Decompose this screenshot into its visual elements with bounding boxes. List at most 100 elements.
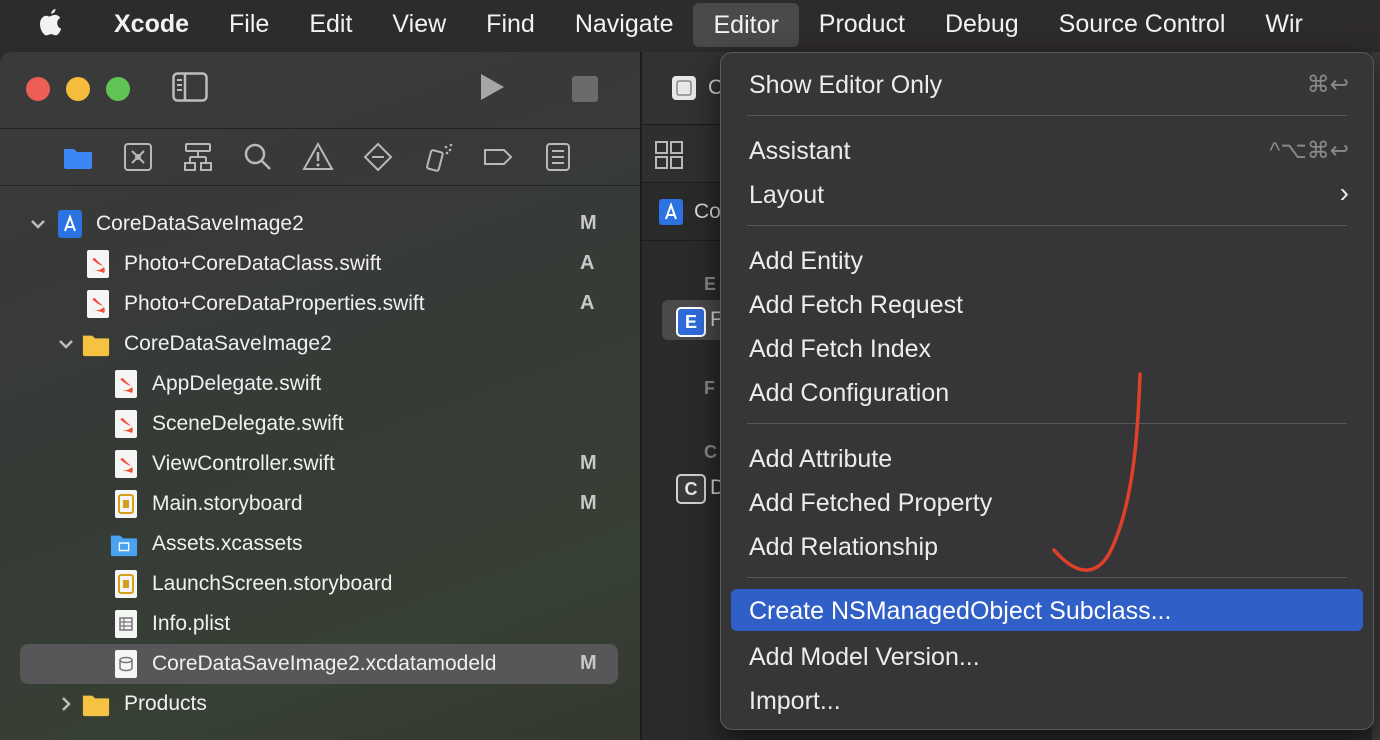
folder-icon [82, 335, 110, 357]
menu-item-add-fetch-request[interactable]: Add Fetch Request [731, 283, 1363, 325]
tree-row-label: Products [124, 692, 207, 715]
scm-status-badge: M [580, 652, 597, 674]
chevron-right-icon[interactable] [56, 694, 76, 714]
menu-product[interactable]: Product [799, 0, 925, 48]
swift-file-icon [115, 370, 137, 398]
menu-item-add-fetched-property[interactable]: Add Fetched Property [731, 481, 1363, 523]
menu-item-label: Add Attribute [749, 445, 893, 473]
menu-item-label: Layout [749, 181, 825, 209]
menu-separator [747, 115, 1347, 116]
symbol-hierarchy-icon[interactable] [182, 141, 214, 173]
menu-separator [747, 225, 1347, 226]
menu-item-label: Add Fetch Request [749, 291, 964, 319]
menu-item-label: Add Fetch Index [749, 335, 932, 363]
breakpoint-tag-icon[interactable] [482, 141, 514, 173]
chevron-down-icon[interactable] [28, 214, 48, 234]
scm-status-badge: M [580, 452, 597, 474]
menu-item-shortcut: ^⌥⌘↩ [1269, 137, 1349, 163]
chevron-down-icon[interactable] [56, 334, 76, 354]
tree-row-label: Info.plist [152, 612, 231, 635]
menu-editor[interactable]: Editor [693, 3, 799, 47]
menu-item-add-configuration[interactable]: Add Configuration [731, 371, 1363, 413]
menu-item-label: Show Editor Only [749, 71, 943, 99]
apple-logo-icon[interactable] [0, 0, 100, 48]
menu-item-add-fetch-index[interactable]: Add Fetch Index [731, 327, 1363, 369]
menu-item-label: Import... [749, 687, 841, 715]
tree-row-group[interactable]: Products [20, 684, 618, 724]
menu-item-label: Create NSManagedObject Subclass... [749, 597, 1172, 625]
menu-item-label: Assistant [749, 137, 851, 165]
menu-item-label: Add Fetched Property [749, 489, 993, 517]
project-navigator-window: CoreDataSaveImage2 M Photo+CoreDataClass… [0, 52, 642, 740]
menu-file[interactable]: File [209, 0, 289, 48]
menu-item-add-entity[interactable]: Add Entity [731, 239, 1363, 281]
menu-navigate[interactable]: Navigate [555, 0, 694, 48]
test-diamond-icon[interactable] [362, 141, 394, 173]
menu-item-add-model-version[interactable]: Add Model Version... [731, 635, 1363, 677]
tree-row-file[interactable]: LaunchScreen.storyboard [20, 564, 618, 604]
menu-item-layout[interactable]: Layout › [731, 173, 1363, 215]
entities-section-header: E [704, 274, 717, 294]
menu-xcode[interactable]: Xcode [100, 0, 209, 48]
zoom-window-button[interactable] [106, 77, 130, 101]
menu-window[interactable]: Wir [1245, 0, 1322, 48]
tree-row-label: Photo+CoreDataClass.swift [124, 252, 382, 275]
stop-square-icon[interactable] [572, 76, 598, 102]
menu-item-create-nsmanagedobject-subclass[interactable]: Create NSManagedObject Subclass... [731, 589, 1363, 631]
fetch-requests-section-header: F [704, 378, 715, 398]
configuration-badge: C [676, 474, 706, 504]
menu-item-import[interactable]: Import... [731, 679, 1363, 721]
minimize-window-button[interactable] [66, 77, 90, 101]
tree-row-file[interactable]: Info.plist [20, 604, 618, 644]
report-list-icon[interactable] [542, 141, 574, 173]
folder-icon [82, 695, 110, 717]
search-icon[interactable] [242, 141, 274, 173]
data-model-file-icon [672, 76, 696, 100]
data-model-file-icon [115, 650, 137, 678]
grid-layout-icon[interactable] [654, 140, 684, 170]
tree-row-file[interactable]: Main.storyboard M [20, 484, 618, 524]
configurations-section-header: C [704, 442, 717, 462]
tree-row-file[interactable]: Assets.xcassets [20, 524, 618, 564]
menu-source-control[interactable]: Source Control [1039, 0, 1246, 48]
tree-row-label: ViewController.swift [152, 452, 335, 475]
jump-bar-path[interactable]: Co [694, 200, 721, 224]
entity-badge: E [676, 307, 706, 337]
close-window-button[interactable] [26, 77, 50, 101]
menu-item-label: Add Model Version... [749, 643, 980, 671]
tree-row-file[interactable]: Photo+CoreDataProperties.swift A [20, 284, 618, 324]
tree-row-file-selected[interactable]: CoreDataSaveImage2.xcdatamodeld M [20, 644, 618, 684]
scm-status-badge: M [580, 492, 597, 514]
folder-icon[interactable] [62, 141, 94, 173]
tree-row-file[interactable]: AppDelegate.swift [20, 364, 618, 404]
tree-row-file[interactable]: ViewController.swift M [20, 444, 618, 484]
storyboard-file-icon [115, 570, 137, 598]
navigator-tab-bar [0, 128, 640, 186]
sidebar-toggle-icon[interactable] [172, 72, 208, 107]
tree-row-label: Assets.xcassets [152, 532, 303, 555]
source-control-icon[interactable] [122, 141, 154, 173]
tree-row-label: SceneDelegate.swift [152, 412, 344, 435]
menu-find[interactable]: Find [466, 0, 555, 48]
menu-item-add-attribute[interactable]: Add Attribute [731, 437, 1363, 479]
submenu-chevron-right-icon: › [1339, 177, 1349, 208]
menu-view[interactable]: View [372, 0, 466, 48]
menu-item-shortcut: ⌘↩ [1306, 71, 1349, 97]
menu-item-add-relationship[interactable]: Add Relationship [731, 525, 1363, 567]
menu-item-show-editor-only[interactable]: Show Editor Only ⌘↩ [731, 63, 1363, 105]
tree-row-label: CoreDataSaveImage2.xcdatamodeld [152, 652, 497, 675]
tree-row-file[interactable]: Photo+CoreDataClass.swift A [20, 244, 618, 284]
tree-row-project[interactable]: CoreDataSaveImage2 M [20, 204, 618, 244]
swift-file-icon [87, 290, 109, 318]
menu-debug[interactable]: Debug [925, 0, 1039, 48]
menu-item-assistant[interactable]: Assistant ^⌥⌘↩ [731, 129, 1363, 171]
tree-row-group[interactable]: CoreDataSaveImage2 [20, 324, 618, 364]
warning-icon[interactable] [302, 141, 334, 173]
debug-spray-icon[interactable] [422, 141, 454, 173]
tree-row-file[interactable]: SceneDelegate.swift [20, 404, 618, 444]
run-play-icon[interactable] [478, 72, 506, 107]
asset-catalog-icon [110, 535, 138, 557]
tree-row-label: Main.storyboard [152, 492, 303, 515]
menu-edit[interactable]: Edit [289, 0, 372, 48]
tree-row-label: AppDelegate.swift [152, 372, 322, 395]
